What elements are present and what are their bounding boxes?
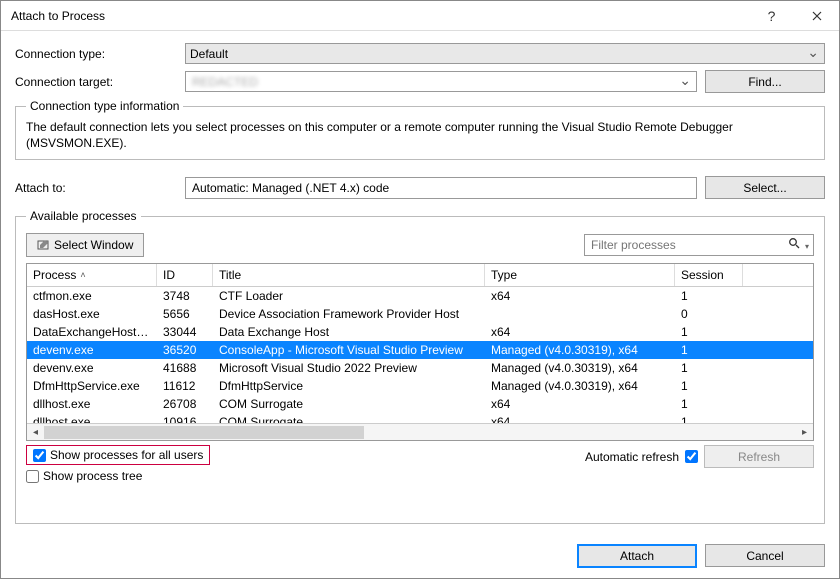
cell-process: devenv.exe — [27, 360, 157, 376]
cell-session: 1 — [675, 360, 743, 376]
cell-id: 36520 — [157, 342, 213, 358]
show-process-tree-checkbox[interactable] — [26, 470, 39, 483]
cell-process: DataExchangeHost.exe — [27, 324, 157, 340]
cell-type: Managed (v4.0.30319), x64 — [485, 342, 675, 358]
title-bar: Attach to Process ? — [1, 1, 839, 31]
connection-type-info-group: Connection type information The default … — [15, 99, 825, 160]
cell-type: x64 — [485, 324, 675, 340]
close-button[interactable] — [794, 1, 839, 31]
available-processes-group: Available processes Select Window Proces… — [15, 209, 825, 524]
table-row[interactable]: devenv.exe36520ConsoleApp - Microsoft Vi… — [27, 341, 813, 359]
show-all-users-checkbox-wrap[interactable]: Show processes for all users — [26, 445, 210, 465]
scroll-left-icon[interactable]: ◂ — [27, 424, 44, 441]
horizontal-scrollbar[interactable]: ◂ ▸ — [27, 423, 813, 440]
table-row[interactable]: DfmHttpService.exe11612DfmHttpServiceMan… — [27, 377, 813, 395]
scroll-right-icon[interactable]: ▸ — [796, 424, 813, 441]
cell-session: 1 — [675, 342, 743, 358]
cell-title: CTF Loader — [213, 288, 485, 304]
close-icon — [812, 11, 822, 21]
connection-type-select[interactable]: Default — [185, 43, 825, 64]
cell-session: 1 — [675, 378, 743, 394]
attach-to-input[interactable] — [185, 177, 697, 199]
show-process-tree-checkbox-wrap[interactable]: Show process tree — [26, 469, 142, 483]
cell-type: x64 — [485, 414, 675, 423]
cell-title: Microsoft Visual Studio 2022 Preview — [213, 360, 485, 376]
cell-session: 0 — [675, 306, 743, 322]
find-button[interactable]: Find... — [705, 70, 825, 93]
cell-type: Managed (v4.0.30319), x64 — [485, 378, 675, 394]
connection-target-combo[interactable]: REDACTED — [185, 71, 697, 92]
select-window-label: Select Window — [54, 238, 133, 252]
process-table: Process ID Title Type Session ctfmon.exe… — [26, 263, 814, 441]
cell-title: Device Association Framework Provider Ho… — [213, 306, 485, 322]
cell-id: 11612 — [157, 378, 213, 394]
connection-type-info-legend: Connection type information — [26, 99, 183, 113]
cell-id: 41688 — [157, 360, 213, 376]
cell-id: 33044 — [157, 324, 213, 340]
cell-id: 5656 — [157, 306, 213, 322]
cell-id: 3748 — [157, 288, 213, 304]
show-process-tree-label: Show process tree — [43, 469, 142, 483]
cell-process: DfmHttpService.exe — [27, 378, 157, 394]
scroll-thumb[interactable] — [44, 426, 364, 439]
cell-type: x64 — [485, 396, 675, 412]
attach-button[interactable]: Attach — [577, 544, 697, 568]
connection-target-label: Connection target: — [15, 75, 185, 89]
column-process[interactable]: Process — [27, 264, 157, 286]
select-button[interactable]: Select... — [705, 176, 825, 199]
connection-type-row: Connection type: Default — [15, 43, 825, 64]
cell-session: 1 — [675, 288, 743, 304]
cell-type: Managed (v4.0.30319), x64 — [485, 360, 675, 376]
table-row[interactable]: ctfmon.exe3748CTF Loaderx641 — [27, 287, 813, 305]
search-icon[interactable] — [788, 237, 809, 252]
cell-process: dllhost.exe — [27, 396, 157, 412]
cell-session: 1 — [675, 414, 743, 423]
filter-processes-input[interactable] — [584, 234, 814, 256]
refresh-button: Refresh — [704, 445, 814, 468]
cell-process: dasHost.exe — [27, 306, 157, 322]
cell-id: 26708 — [157, 396, 213, 412]
cell-process: ctfmon.exe — [27, 288, 157, 304]
column-type[interactable]: Type — [485, 264, 675, 286]
cell-process: devenv.exe — [27, 342, 157, 358]
cell-process: dllhost.exe — [27, 414, 157, 423]
table-header: Process ID Title Type Session — [27, 264, 813, 287]
connection-type-info-text: The default connection lets you select p… — [26, 119, 814, 151]
cell-title: DfmHttpService — [213, 378, 485, 394]
attach-to-label: Attach to: — [15, 181, 185, 195]
cancel-button[interactable]: Cancel — [705, 544, 825, 567]
table-row[interactable]: dasHost.exe5656Device Association Framew… — [27, 305, 813, 323]
cell-type — [485, 313, 675, 315]
table-row[interactable]: dllhost.exe26708COM Surrogatex641 — [27, 395, 813, 413]
table-row[interactable]: DataExchangeHost.exe33044Data Exchange H… — [27, 323, 813, 341]
select-window-button[interactable]: Select Window — [26, 233, 144, 257]
show-all-users-label: Show processes for all users — [50, 448, 203, 462]
cell-title: Data Exchange Host — [213, 324, 485, 340]
cell-session: 1 — [675, 396, 743, 412]
table-body[interactable]: ctfmon.exe3748CTF Loaderx641dasHost.exe5… — [27, 287, 813, 423]
help-button[interactable]: ? — [749, 1, 794, 31]
table-row[interactable]: devenv.exe41688Microsoft Visual Studio 2… — [27, 359, 813, 377]
attach-to-row: Attach to: Select... — [15, 176, 825, 199]
column-session[interactable]: Session — [675, 264, 743, 286]
automatic-refresh-checkbox[interactable] — [685, 450, 698, 463]
dialog-footer: Attach Cancel — [15, 530, 825, 568]
cell-type: x64 — [485, 288, 675, 304]
table-row[interactable]: dllhost.exe10916COM Surrogatex641 — [27, 413, 813, 423]
select-window-icon — [37, 239, 49, 251]
window-title: Attach to Process — [11, 9, 749, 23]
cell-title: COM Surrogate — [213, 414, 485, 423]
cell-title: ConsoleApp - Microsoft Visual Studio Pre… — [213, 342, 485, 358]
automatic-refresh-label: Automatic refresh — [585, 450, 679, 464]
connection-target-row: Connection target: REDACTED Find... — [15, 70, 825, 93]
cell-title: COM Surrogate — [213, 396, 485, 412]
show-all-users-checkbox[interactable] — [33, 449, 46, 462]
column-title[interactable]: Title — [213, 264, 485, 286]
connection-type-label: Connection type: — [15, 47, 185, 61]
column-id[interactable]: ID — [157, 264, 213, 286]
cell-session: 1 — [675, 324, 743, 340]
cell-id: 10916 — [157, 414, 213, 423]
available-processes-legend: Available processes — [26, 209, 141, 223]
